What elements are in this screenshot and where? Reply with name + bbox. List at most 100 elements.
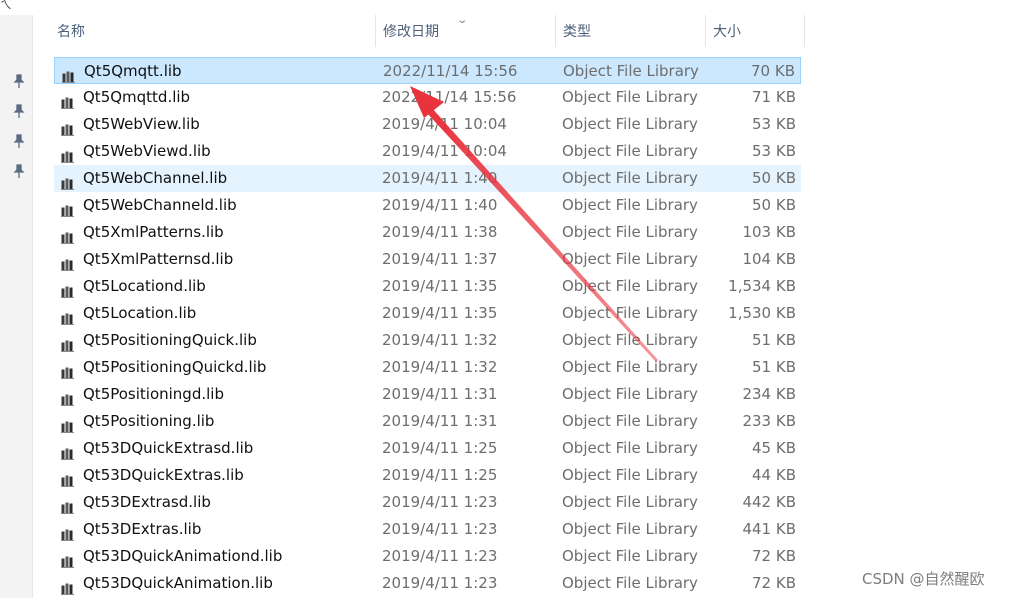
- file-row[interactable]: Qt5XmlPatternsd.lib 2019/4/11 1:37 Object …: [54, 246, 801, 273]
- file-modified-date: 2019/4/11 1:35: [382, 304, 498, 322]
- file-type: Object File Library: [562, 169, 698, 187]
- file-type: Object File Library: [563, 62, 699, 80]
- scrollbar[interactable]: [1003, 15, 1015, 598]
- file-row[interactable]: Qt53DExtras.lib 2019/4/11 1:23 Object File…: [54, 516, 801, 543]
- file-type: Object File Library: [562, 520, 698, 538]
- file-modified-date: 2022/11/14 15:56: [383, 62, 518, 80]
- file-name: Qt5Qmqttd.lib: [83, 88, 191, 106]
- file-row[interactable]: Qt5PositioningQuickd.lib 2019/4/11 1:32 Ob…: [54, 354, 801, 381]
- pin-icon[interactable]: [12, 74, 26, 88]
- file-size: 103 KB: [742, 223, 796, 241]
- file-type: Object File Library: [562, 331, 698, 349]
- file-name: Qt5Positioningd.lib: [83, 385, 224, 403]
- file-name: Qt5PositioningQuickd.lib: [83, 358, 267, 376]
- file-modified-date: 2019/4/11 1:23: [382, 493, 498, 511]
- file-name: Qt5Locationd.lib: [83, 277, 206, 295]
- file-type: Object File Library: [562, 385, 698, 403]
- file-modified-date: 2019/4/11 1:40: [382, 169, 498, 187]
- file-type: Object File Library: [562, 547, 698, 565]
- file-type: Object File Library: [562, 88, 698, 106]
- library-file-icon: [61, 388, 75, 406]
- file-list: Qt5Qmqtt.lib 2022/11/14 15:56 Object File …: [54, 57, 801, 597]
- file-modified-date: 2019/4/11 1:40: [382, 196, 498, 214]
- file-row[interactable]: Qt5WebViewd.lib 2019/4/11 10:04 Object Fil…: [54, 138, 801, 165]
- file-type: Object File Library: [562, 439, 698, 457]
- pin-icon[interactable]: [12, 134, 26, 148]
- file-type: Object File Library: [562, 574, 698, 592]
- file-modified-date: 2019/4/11 1:35: [382, 277, 498, 295]
- file-row[interactable]: Qt53DQuickAnimationd.lib 2019/4/11 1:23 Ob…: [54, 543, 801, 570]
- file-row[interactable]: Qt5Positioning.lib 2019/4/11 1:31 Object F…: [54, 408, 801, 435]
- file-type: Object File Library: [562, 250, 698, 268]
- file-size: 442 KB: [742, 493, 796, 511]
- file-name: Qt5XmlPatterns.lib: [83, 223, 224, 241]
- file-row[interactable]: Qt5XmlPatterns.lib 2019/4/11 1:38 Object F…: [54, 219, 801, 246]
- column-header-type[interactable]: 类型: [556, 15, 706, 47]
- file-row[interactable]: Qt5Qmqttd.lib 2022/11/14 15:56 Object File…: [54, 84, 801, 111]
- file-modified-date: 2019/4/11 1:31: [382, 385, 498, 403]
- file-size: 51 KB: [752, 331, 796, 349]
- file-modified-date: 2019/4/11 1:25: [382, 466, 498, 484]
- file-modified-date: 2019/4/11 1:38: [382, 223, 498, 241]
- file-name: Qt5PositioningQuick.lib: [83, 331, 257, 349]
- file-name: Qt53DExtras.lib: [83, 520, 202, 538]
- file-name: Qt5Qmqtt.lib: [84, 62, 182, 80]
- library-file-icon: [61, 199, 75, 217]
- file-row[interactable]: Qt5Location.lib 2019/4/11 1:35 Object File…: [54, 300, 801, 327]
- library-file-icon: [61, 172, 75, 190]
- file-row[interactable]: Qt5WebChannel.lib 2019/4/11 1:40 Object Fi…: [54, 165, 801, 192]
- library-file-icon: [61, 496, 75, 514]
- file-name: Qt5WebViewd.lib: [83, 142, 211, 160]
- file-row[interactable]: Qt5Positioningd.lib 2019/4/11 1:31 Object …: [54, 381, 801, 408]
- file-type: Object File Library: [562, 277, 698, 295]
- file-row[interactable]: Qt5WebChanneld.lib 2019/4/11 1:40 Object F…: [54, 192, 801, 219]
- file-modified-date: 2019/4/11 1:23: [382, 520, 498, 538]
- file-size: 53 KB: [752, 142, 796, 160]
- file-row[interactable]: Qt5PositioningQuick.lib 2019/4/11 1:32 Obj…: [54, 327, 801, 354]
- file-modified-date: 2019/4/11 1:37: [382, 250, 498, 268]
- file-name: Qt53DQuickAnimationd.lib: [83, 547, 283, 565]
- library-file-icon: [61, 118, 75, 136]
- file-name: Qt53DExtrasd.lib: [83, 493, 211, 511]
- file-row[interactable]: Qt5Qmqtt.lib 2022/11/14 15:56 Object File …: [54, 57, 801, 84]
- file-row[interactable]: Qt5Locationd.lib 2019/4/11 1:35 Object Fil…: [54, 273, 801, 300]
- file-modified-date: 2019/4/11 1:23: [382, 574, 498, 592]
- library-file-icon: [62, 65, 76, 83]
- file-row[interactable]: Qt53DQuickExtras.lib 2019/4/11 1:25 Object…: [54, 462, 801, 489]
- file-name: Qt5WebChanneld.lib: [83, 196, 237, 214]
- file-type: Object File Library: [562, 493, 698, 511]
- library-file-icon: [61, 145, 75, 163]
- file-size: 72 KB: [752, 547, 796, 565]
- title-bar-strip: ㄟ: [0, 0, 1015, 15]
- library-file-icon: [61, 577, 75, 595]
- file-size: 45 KB: [752, 439, 796, 457]
- file-name: Qt5Positioning.lib: [83, 412, 215, 430]
- file-size: 53 KB: [752, 115, 796, 133]
- file-size: 441 KB: [742, 520, 796, 538]
- file-row[interactable]: Qt53DExtrasd.lib 2019/4/11 1:23 Object Fil…: [54, 489, 801, 516]
- file-size: 1,530 KB: [728, 304, 796, 322]
- file-size: 233 KB: [742, 412, 796, 430]
- column-header-size[interactable]: 大小: [706, 15, 805, 47]
- file-size: 51 KB: [752, 358, 796, 376]
- file-size: 104 KB: [742, 250, 796, 268]
- file-type: Object File Library: [562, 223, 698, 241]
- library-file-icon: [61, 334, 75, 352]
- file-row[interactable]: Qt53DQuickAnimation.lib 2019/4/11 1:23 Obj…: [54, 570, 801, 597]
- pin-icon[interactable]: [12, 164, 26, 178]
- library-file-icon: [61, 415, 75, 433]
- pin-icon[interactable]: [12, 104, 26, 118]
- navigation-pane: [0, 15, 33, 598]
- library-file-icon: [61, 523, 75, 541]
- column-header-name[interactable]: 名称: [50, 15, 376, 47]
- library-file-icon: [61, 226, 75, 244]
- library-file-icon: [61, 442, 75, 460]
- library-file-icon: [61, 253, 75, 271]
- file-row[interactable]: Qt53DQuickExtrasd.lib 2019/4/11 1:25 Objec…: [54, 435, 801, 462]
- file-name: Qt5WebChannel.lib: [83, 169, 228, 187]
- file-name: Qt53DQuickAnimation.lib: [83, 574, 273, 592]
- file-row[interactable]: Qt5WebView.lib 2019/4/11 10:04 Object File…: [54, 111, 801, 138]
- watermark-text: CSDN @自然醒欧: [862, 570, 985, 588]
- file-name: Qt53DQuickExtrasd.lib: [83, 439, 254, 457]
- file-size: 50 KB: [752, 169, 796, 187]
